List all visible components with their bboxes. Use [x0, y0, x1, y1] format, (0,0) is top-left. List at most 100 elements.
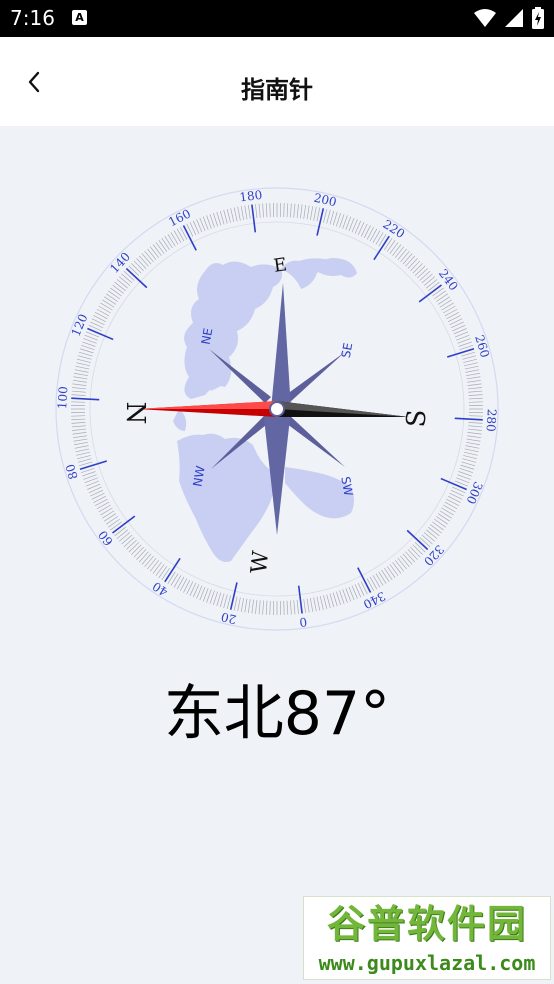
compass-minor-tick: [421, 273, 433, 284]
compass-minor-tick: [419, 270, 431, 281]
compass-minor-tick: [233, 596, 238, 611]
compass-minor-tick: [290, 203, 292, 218]
compass-minor-tick: [412, 263, 423, 274]
compass-minor-tick: [77, 455, 91, 460]
heading-readout: 东北87°: [163, 679, 391, 749]
compass-minor-tick: [255, 204, 258, 219]
compass-degree-label: 120: [69, 312, 91, 339]
compass-minor-tick: [369, 576, 378, 590]
compass-minor-tick: [381, 569, 390, 582]
compass-minor-tick: [447, 315, 461, 323]
compass-minor-tick: [323, 595, 328, 609]
compass-minor-tick: [76, 362, 90, 367]
intercardinal-se-label: SE: [339, 342, 355, 359]
compass-minor-tick: [366, 226, 375, 240]
compass-minor-tick: [468, 425, 483, 428]
compass-minor-tick: [77, 458, 92, 463]
compass-minor-tick: [421, 534, 433, 545]
compass-minor-tick: [407, 549, 418, 560]
compass-major-tick: [446, 348, 475, 358]
compass-minor-tick: [209, 214, 215, 228]
compass-minor-tick: [77, 355, 92, 360]
compass-minor-tick: [223, 209, 228, 224]
compass-minor-tick: [226, 209, 231, 223]
compass-minor-tick: [183, 579, 191, 593]
compass-minor-tick: [219, 593, 225, 608]
compass-minor-tick: [167, 234, 176, 247]
compass-degree-label: 340: [361, 589, 388, 612]
compass-minor-tick: [93, 495, 107, 503]
compass-minor-tick: [138, 255, 149, 267]
compass-minor-tick: [461, 461, 476, 467]
compass-minor-tick: [389, 564, 399, 576]
compass-minor-tick: [434, 518, 446, 528]
compass-minor-tick: [425, 279, 438, 289]
compass-minor-tick: [76, 451, 90, 456]
compass-minor-tick: [467, 387, 482, 390]
rose-arm-sw: [283, 415, 345, 467]
compass-minor-tick: [392, 244, 402, 256]
compass-minor-tick: [461, 351, 476, 357]
compass-minor-tick: [296, 599, 299, 614]
compass-minor-tick: [468, 394, 483, 396]
compass-minor-tick: [316, 207, 321, 222]
compass-minor-tick: [131, 263, 142, 274]
app-bar: 指南针: [0, 37, 554, 126]
compass-minor-tick: [161, 567, 170, 580]
compass-minor-tick: [179, 578, 188, 592]
compass-minor-tick: [121, 534, 133, 545]
compass-minor-tick: [439, 510, 452, 519]
compass-minor-tick: [244, 205, 248, 220]
compass-minor-tick: [244, 598, 248, 613]
compass-minor-tick: [326, 209, 331, 224]
compass-minor-tick: [149, 246, 160, 258]
compass-major-tick: [71, 397, 100, 401]
compass-minor-tick: [464, 365, 479, 370]
compass-degree-label: 80: [63, 462, 81, 481]
compass-minor-tick: [158, 240, 168, 252]
compass-major-tick: [111, 515, 136, 534]
compass-minor-tick: [237, 597, 241, 612]
compass-minor-tick: [247, 204, 251, 219]
compass-minor-tick: [468, 422, 483, 424]
signal-icon: [504, 9, 523, 27]
compass-minor-tick: [102, 299, 115, 308]
compass-major-tick: [454, 417, 483, 421]
compass-minor-tick: [158, 566, 168, 578]
compass-minor-tick: [100, 507, 113, 516]
compass-minor-tick: [309, 206, 314, 220]
compass-minor-tick: [118, 532, 131, 542]
compass-minor-tick: [104, 296, 117, 305]
compass-minor-tick: [152, 562, 162, 574]
compass-major-tick: [251, 204, 257, 233]
compass-degree-label: 280: [484, 408, 499, 432]
compass-minor-tick: [128, 542, 140, 553]
compass-minor-tick: [306, 205, 310, 220]
intercardinal-ne-label: NE: [199, 327, 216, 346]
compass-minor-tick: [126, 539, 137, 550]
compass-minor-tick: [326, 594, 331, 609]
compass-minor-tick: [464, 451, 478, 456]
compass-major-tick: [182, 225, 197, 251]
compass-minor-tick: [74, 445, 89, 449]
compass-rose: [137, 283, 409, 535]
compass-minor-tick: [72, 379, 87, 383]
compass-minor-tick: [372, 230, 381, 243]
compass-minor-tick: [458, 341, 472, 347]
compass-minor-tick: [71, 418, 86, 421]
wifi-icon: [473, 9, 496, 27]
compass-minor-tick: [251, 599, 254, 614]
compass-major-tick: [229, 582, 238, 610]
compass-minor-tick: [71, 425, 86, 428]
compass-minor-tick: [384, 567, 393, 580]
compass-minor-tick: [161, 238, 170, 251]
compass-graphic: 020406080100120140160180 2002202402602803…: [55, 187, 499, 631]
compass-minor-tick: [106, 293, 119, 302]
compass-minor-tick: [290, 600, 292, 615]
watermark: 谷普软件园 www.gupuxlazal.com: [303, 896, 551, 980]
compass-minor-tick: [425, 529, 438, 539]
compass-rotating-dial: N E S W NE SE SW NW: [120, 254, 433, 575]
compass-minor-tick: [78, 351, 93, 357]
compass-minor-tick: [467, 428, 482, 431]
rose-arm-se: [283, 352, 345, 403]
